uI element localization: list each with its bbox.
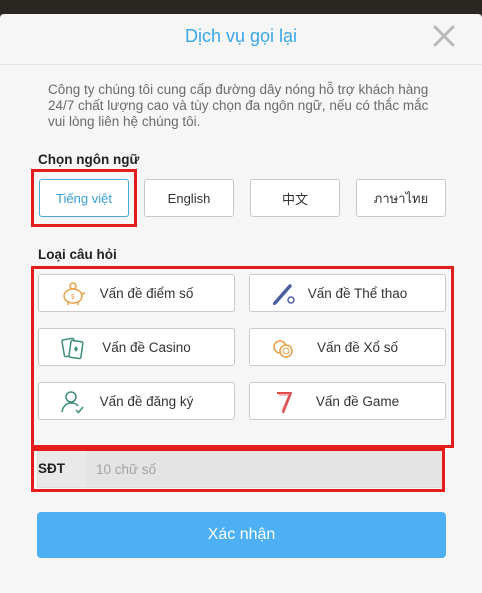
question-option-label: Vấn đề Thể thao	[307, 286, 408, 301]
question-option-sports[interactable]: Vấn đề Thể thao	[249, 274, 446, 312]
question-option-label: Vấn đề đăng ký	[99, 394, 194, 409]
phone-input[interactable]	[86, 451, 442, 487]
question-option-lottery[interactable]: Vấn đề Xổ số	[249, 328, 446, 366]
language-option-english[interactable]: English	[144, 179, 234, 217]
question-option-label: Vấn đề Casino	[102, 340, 191, 355]
question-option-label: Vấn đề Game	[315, 394, 400, 409]
language-option-chinese[interactable]: 中文	[250, 179, 340, 217]
submit-button[interactable]: Xác nhận	[37, 512, 446, 558]
language-option-thai[interactable]: ภาษาไทย	[356, 179, 446, 217]
phone-label: SĐT	[38, 461, 65, 476]
dialog-header: Dịch vụ gọi lại	[0, 14, 482, 64]
dialog-title: Dịch vụ gọi lại	[184, 26, 298, 46]
phone-field-row: SĐT	[37, 450, 443, 488]
background-strip	[0, 0, 482, 14]
question-option-registration[interactable]: Vấn đề đăng ký	[38, 382, 235, 420]
language-option-vietnamese[interactable]: Tiếng việt	[39, 179, 129, 217]
question-option-label: Vấn đề điểm số	[99, 286, 194, 301]
dialog-description: Công ty chúng tôi cung cấp đường dây nón…	[48, 82, 429, 129]
header-divider	[0, 64, 482, 65]
question-option-label: Vấn đề Xổ số	[316, 340, 399, 355]
question-option-game[interactable]: Vấn đề Game	[249, 382, 446, 420]
close-icon[interactable]	[432, 24, 456, 48]
question-section-label: Loại câu hỏi	[38, 247, 117, 262]
question-option-casino[interactable]: Vấn đề Casino	[38, 328, 235, 366]
language-section-label: Chọn ngôn ngữ	[38, 152, 140, 167]
question-option-points[interactable]: $ Vấn đề điểm số	[38, 274, 235, 312]
